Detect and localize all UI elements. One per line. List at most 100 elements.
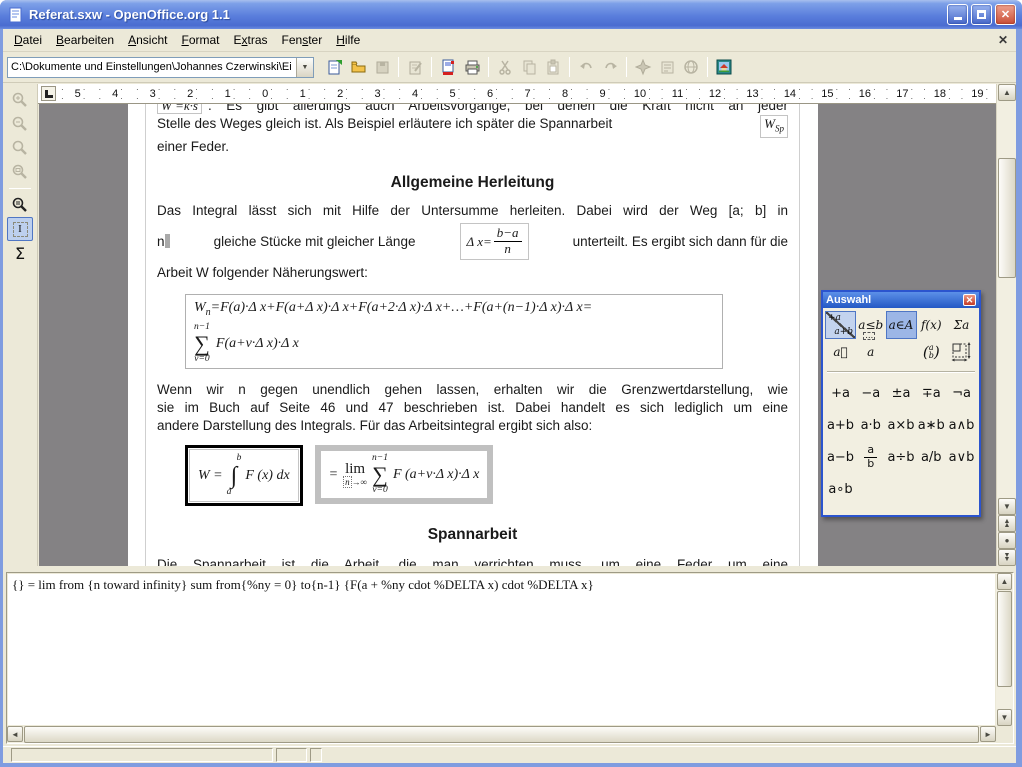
scrollbar-thumb[interactable] [997, 591, 1012, 687]
close-button[interactable]: ✕ [995, 4, 1016, 25]
cut-icon [497, 59, 514, 76]
symbol-minusplus-a[interactable]: ∓a [917, 377, 946, 409]
symbol-a-cdot-b[interactable]: a·b [856, 409, 885, 441]
new-document-button[interactable] [322, 55, 346, 79]
undo-button[interactable] [574, 55, 598, 79]
formula-object-delta-x[interactable]: Δ x= b−an [460, 223, 529, 260]
update-view-button[interactable] [7, 193, 33, 217]
edit-file-button[interactable] [403, 55, 427, 79]
category-attributes[interactable]: a⃗ [826, 339, 855, 365]
category-unary-binary-operators[interactable]: +a a+b [826, 312, 855, 338]
document-vertical-scrollbar[interactable]: ▲ ▼ ▲▲ ● ▼▼ [996, 84, 1016, 566]
math-main-toolbar: I Σ [3, 84, 38, 566]
copy-button[interactable] [517, 55, 541, 79]
scroll-right-button[interactable]: ► [980, 726, 996, 742]
scroll-left-button[interactable]: ◄ [7, 726, 23, 742]
formula-row: W = b∫a F (x) dx = limn→∞ n−1∑ν=0 F (a+ν… [185, 445, 788, 506]
symbol-a-slash-b[interactable]: a/b [917, 441, 946, 473]
scroll-down-button[interactable]: ▼ [997, 709, 1012, 726]
symbol-a-div-b[interactable]: a÷b [887, 441, 916, 473]
scrollbar-thumb[interactable] [24, 726, 979, 743]
gallery-icon [715, 58, 733, 76]
category-operators[interactable]: Σa [947, 312, 976, 338]
zoom-all-button[interactable] [7, 160, 33, 184]
separator [827, 371, 975, 373]
formats-icon [951, 341, 973, 363]
symbol-a-plus-b[interactable]: a+b [826, 409, 855, 441]
previous-page-button[interactable]: ▲▲ [998, 515, 1016, 532]
formula-object-limit-active[interactable]: = limn→∞ n−1∑ν=0 F (a+ν·Δ x)·Δ x [315, 445, 494, 504]
menu-hilfe[interactable]: Hilfe [329, 30, 367, 50]
hyperlink-dialog-button[interactable] [679, 55, 703, 79]
scroll-up-button[interactable]: ▲ [998, 84, 1016, 101]
edit-file-icon [407, 59, 424, 76]
category-functions[interactable]: f(x) [917, 312, 946, 338]
url-input[interactable] [8, 61, 296, 73]
menu-ansicht[interactable]: Ansicht [121, 30, 174, 50]
scroll-down-button[interactable]: ▼ [998, 498, 1016, 515]
auswahl-titlebar[interactable]: Auswahl ✕ [823, 292, 979, 308]
open-button[interactable] [346, 55, 370, 79]
symbol-minus-a[interactable]: −a [856, 377, 885, 409]
formula-object-wks[interactable]: W =k·s [157, 104, 202, 114]
formula-object-integral-selected[interactable]: W = b∫a F (x) dx [185, 445, 303, 506]
auswahl-close-button[interactable]: ✕ [963, 294, 976, 306]
scroll-up-button[interactable]: ▲ [997, 573, 1012, 590]
formula-command-input[interactable]: {} = lim from {n toward infinity} sum fr… [8, 574, 995, 725]
cut-button[interactable] [493, 55, 517, 79]
save-button[interactable] [370, 55, 394, 79]
symbol-plus-a[interactable]: +a [826, 377, 855, 409]
symbol-a-mult-b[interactable]: a∗b [917, 409, 946, 441]
maximize-button[interactable] [971, 4, 992, 25]
category-misc[interactable]: a … [856, 339, 885, 365]
print-button[interactable] [460, 55, 484, 79]
ruler-mark: 18 [921, 84, 958, 103]
navigation-button[interactable]: ● [998, 532, 1016, 549]
symbol-a-or-b[interactable]: a∨b [947, 441, 976, 473]
save-icon [374, 59, 391, 76]
next-page-button[interactable]: ▼▼ [998, 549, 1016, 566]
close-document-icon[interactable]: ✕ [998, 33, 1008, 47]
command-horizontal-scrollbar[interactable]: ◄ ► [7, 726, 996, 743]
symbol-a-and-b[interactable]: a∧b [947, 409, 976, 441]
stylist-button[interactable] [655, 55, 679, 79]
menu-bearbeiten[interactable]: Bearbeiten [49, 30, 121, 50]
minimize-button[interactable] [947, 4, 968, 25]
redo-button[interactable] [598, 55, 622, 79]
menu-datei[interactable]: Datei [7, 30, 49, 50]
category-set-operations[interactable]: a∈A [887, 312, 916, 338]
menu-fenster[interactable]: Fenster [275, 30, 330, 50]
gallery-button[interactable] [712, 55, 736, 79]
formula-object-wsp[interactable]: WSp [760, 115, 788, 138]
menu-format[interactable]: Format [174, 30, 226, 50]
zoom-out-button[interactable] [7, 112, 33, 136]
export-pdf-button[interactable] [436, 55, 460, 79]
symbol-a-over-b[interactable]: ab [856, 441, 885, 473]
formula-object-sum[interactable]: Wn=F(a)·Δ x+F(a+Δ x)·Δ x+F(a+2·Δ x)·Δ x+… [185, 294, 723, 370]
ruler-mark: 2 [321, 84, 358, 103]
zoom-100-button[interactable] [7, 136, 33, 160]
zoom-in-button[interactable] [7, 88, 33, 112]
paste-button[interactable] [541, 55, 565, 79]
command-vertical-scrollbar[interactable]: ▲ ▼ [996, 573, 1013, 726]
formula-cursor-button[interactable]: I [7, 217, 33, 241]
symbol-a-times-b[interactable]: a×b [887, 409, 916, 441]
update-view-icon [11, 196, 29, 214]
titlebar[interactable]: Referat.sxw - OpenOffice.org 1.1 ✕ [0, 0, 1022, 29]
page[interactable]: W =k·s . Es gibt allerdings auch Arbeits… [128, 104, 818, 566]
ruler-mark: 19 [959, 84, 996, 103]
tab-stop-selector[interactable] [41, 86, 56, 101]
scrollbar-thumb[interactable] [998, 158, 1016, 278]
symbol-plusminus-a[interactable]: ±a [887, 377, 916, 409]
misc-bubble-icon: … [863, 332, 875, 340]
category-formats[interactable] [947, 339, 976, 365]
menu-extras[interactable]: Extras [227, 30, 275, 50]
horizontal-ruler[interactable]: 54321012345678910111213141516171819 [38, 84, 996, 104]
symbol-neg-a[interactable]: ¬a [947, 377, 976, 409]
navigator-button[interactable] [631, 55, 655, 79]
category-brackets[interactable]: (ab) [917, 339, 946, 365]
symbol-a-minus-b[interactable]: a−b [826, 441, 855, 473]
url-dropdown-button[interactable]: ▼ [296, 58, 313, 77]
symbol-a-circ-b[interactable]: a∘b [826, 473, 855, 505]
symbols-catalog-button[interactable]: Σ [7, 241, 33, 265]
